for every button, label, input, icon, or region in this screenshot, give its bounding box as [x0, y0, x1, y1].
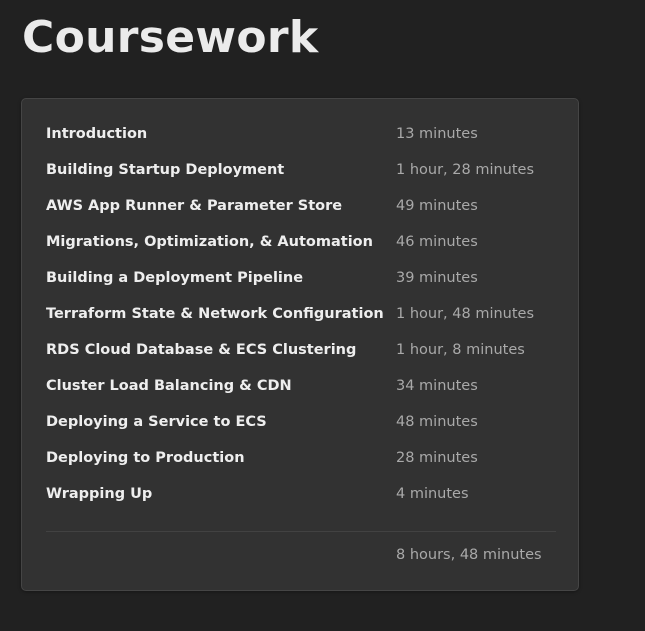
- lesson-duration: 1 hour, 48 minutes: [396, 306, 535, 322]
- lesson-duration: 4 minutes: [396, 486, 469, 502]
- lesson-duration: 34 minutes: [396, 378, 478, 394]
- lesson-title[interactable]: AWS App Runner & Parameter Store: [46, 198, 396, 214]
- page-title: Coursework: [22, 12, 319, 63]
- lesson-row[interactable]: Wrapping Up 4 minutes: [46, 476, 556, 512]
- lesson-title[interactable]: Migrations, Optimization, & Automation: [46, 234, 396, 250]
- lesson-row[interactable]: RDS Cloud Database & ECS Clustering 1 ho…: [46, 332, 556, 368]
- lesson-duration: 49 minutes: [396, 198, 478, 214]
- lesson-title[interactable]: Deploying a Service to ECS: [46, 414, 396, 430]
- lesson-row[interactable]: Migrations, Optimization, & Automation 4…: [46, 224, 556, 260]
- lesson-duration: 48 minutes: [396, 414, 478, 430]
- lesson-title[interactable]: Introduction: [46, 126, 396, 142]
- lesson-title[interactable]: Building Startup Deployment: [46, 162, 396, 178]
- lesson-duration: 13 minutes: [396, 126, 478, 142]
- lesson-title[interactable]: RDS Cloud Database & ECS Clustering: [46, 342, 396, 358]
- lesson-title[interactable]: Wrapping Up: [46, 486, 396, 502]
- lesson-row[interactable]: Cluster Load Balancing & CDN 34 minutes: [46, 368, 556, 404]
- lesson-row[interactable]: Deploying a Service to ECS 48 minutes: [46, 404, 556, 440]
- lesson-duration: 1 hour, 8 minutes: [396, 342, 525, 358]
- lesson-row[interactable]: Introduction 13 minutes: [46, 116, 556, 152]
- lesson-title[interactable]: Building a Deployment Pipeline: [46, 270, 396, 286]
- total-duration: 8 hours, 48 minutes: [396, 547, 542, 563]
- lesson-title[interactable]: Terraform State & Network Configuration: [46, 306, 396, 322]
- lesson-duration: 1 hour, 28 minutes: [396, 162, 535, 178]
- lesson-duration: 39 minutes: [396, 270, 478, 286]
- total-divider: [46, 531, 556, 532]
- lesson-row[interactable]: Building Startup Deployment 1 hour, 28 m…: [46, 152, 556, 188]
- coursework-card: Introduction 13 minutes Building Startup…: [21, 98, 579, 591]
- lesson-row[interactable]: Terraform State & Network Configuration …: [46, 296, 556, 332]
- lesson-duration: 28 minutes: [396, 450, 478, 466]
- lesson-title[interactable]: Cluster Load Balancing & CDN: [46, 378, 396, 394]
- lesson-list: Introduction 13 minutes Building Startup…: [46, 116, 556, 512]
- lesson-title[interactable]: Deploying to Production: [46, 450, 396, 466]
- lesson-duration: 46 minutes: [396, 234, 478, 250]
- lesson-row[interactable]: Building a Deployment Pipeline 39 minute…: [46, 260, 556, 296]
- lesson-row[interactable]: Deploying to Production 28 minutes: [46, 440, 556, 476]
- lesson-row[interactable]: AWS App Runner & Parameter Store 49 minu…: [46, 188, 556, 224]
